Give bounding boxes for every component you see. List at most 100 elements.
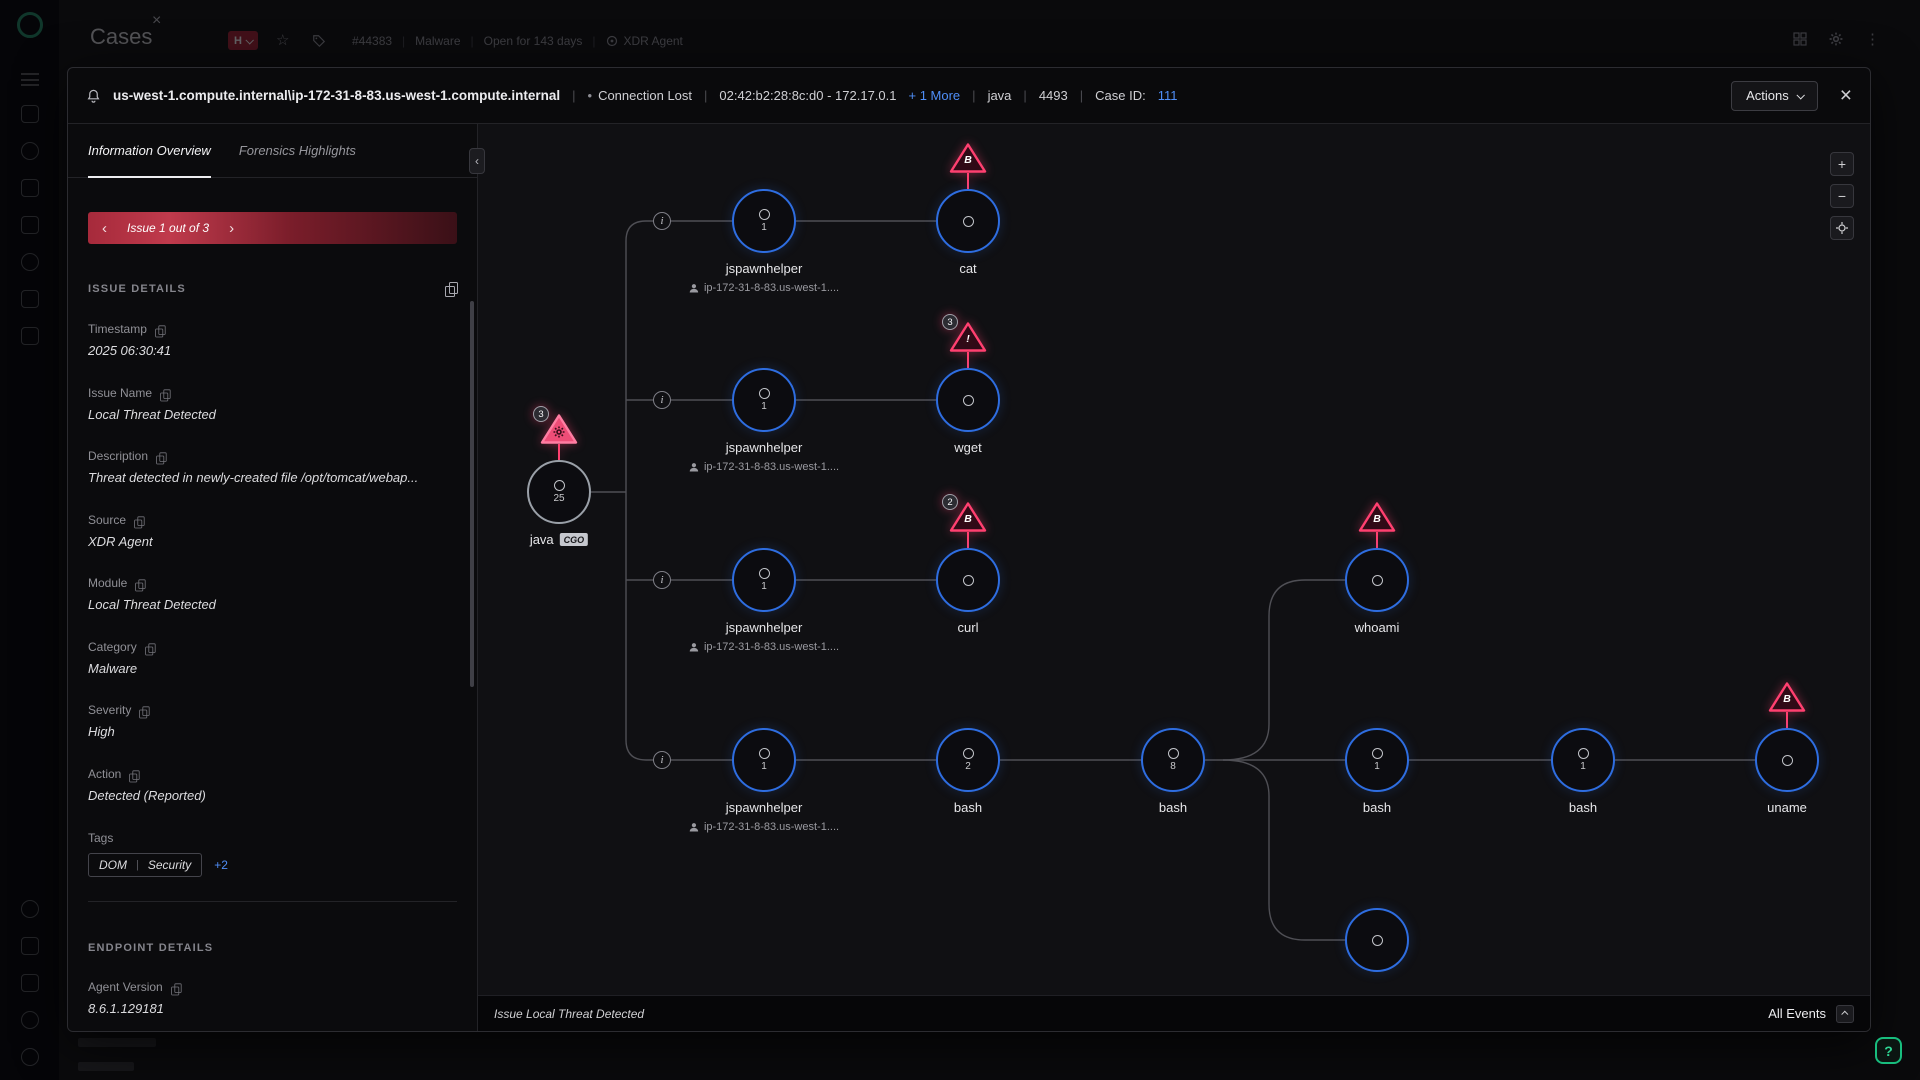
malware-gear-icon	[540, 426, 578, 441]
copy-all-icon[interactable]	[445, 282, 457, 296]
tags-box: DOM|Security	[88, 853, 202, 877]
field-label: Module	[88, 576, 127, 590]
endpoint-mac-ip: 02:42:b2:28:8c:d0 - 172.17.0.1	[719, 88, 896, 103]
process-circle	[936, 368, 1000, 432]
zoom-controls: + −	[1830, 152, 1854, 240]
field-label: Source	[88, 513, 126, 527]
field-value: Malware	[88, 660, 457, 678]
tab-forensics-highlights[interactable]: Forensics Highlights	[239, 124, 356, 177]
issue-fields: Timestamp2025 06:30:41Issue NameLocal Th…	[88, 322, 457, 804]
copy-field-icon[interactable]	[156, 452, 166, 463]
process-count: 1	[761, 582, 767, 592]
panel-tabs: Information Overview Forensics Highlight…	[68, 124, 477, 178]
fit-to-screen-button[interactable]	[1830, 216, 1854, 240]
collapse-panel-icon[interactable]: ‹	[469, 148, 485, 174]
zoom-in-button[interactable]: +	[1830, 152, 1854, 176]
process-circle: 2	[936, 728, 1000, 792]
copy-field-icon[interactable]	[155, 325, 165, 336]
close-modal-icon[interactable]: ×	[1840, 85, 1852, 106]
previous-issue-icon[interactable]: ‹	[102, 221, 107, 236]
process-circle: 1	[732, 728, 796, 792]
process-label: jspawnhelper	[726, 620, 803, 635]
bug-icon: B	[949, 514, 987, 525]
copy-field-icon[interactable]	[145, 643, 155, 654]
actions-button[interactable]: Actions	[1731, 81, 1818, 111]
alert-connector	[1376, 532, 1378, 548]
more-link[interactable]: + 1 More	[909, 88, 961, 103]
field-value: XDR Agent	[88, 533, 457, 551]
copy-field-icon[interactable]	[160, 389, 170, 400]
detail-field: Agent Version8.6.1.129181	[88, 980, 457, 1018]
help-button[interactable]: ?	[1875, 1037, 1902, 1064]
bug-icon: B	[949, 155, 987, 166]
alert-triangle-icon[interactable]: 2B	[949, 501, 987, 548]
process-count: 1	[1374, 762, 1380, 772]
field-label: Agent Version	[88, 980, 163, 994]
alert-triangle-icon[interactable]: B	[1358, 501, 1396, 548]
process-count: 25	[553, 494, 564, 504]
process-circle: 8	[1141, 728, 1205, 792]
copy-field-icon[interactable]	[136, 580, 146, 591]
alert-triangle-icon[interactable]: 3	[540, 413, 578, 460]
detail-field: DescriptionThreat detected in newly-crea…	[88, 449, 457, 487]
copy-field-icon[interactable]	[134, 516, 144, 527]
case-id-link[interactable]: 111	[1158, 88, 1178, 103]
process-circle: 1	[732, 548, 796, 612]
process-label: bash	[1569, 800, 1597, 815]
alert-triangle-icon[interactable]: B	[949, 142, 987, 189]
process-circle: 1	[1551, 728, 1615, 792]
field-label: Issue Name	[88, 386, 152, 400]
process-label: jspawnhelper	[726, 261, 803, 276]
next-issue-icon[interactable]: ›	[229, 221, 234, 236]
chevron-up-icon	[1841, 1011, 1848, 1018]
process-label: cat	[959, 261, 976, 276]
endpoint-hostname: us-west-1.compute.internal\ip-172-31-8-8…	[113, 88, 560, 103]
process-label: java	[530, 532, 554, 547]
alert-triangle-icon[interactable]: 3!	[949, 321, 987, 368]
field-value: Local Threat Detected	[88, 596, 457, 614]
info-icon[interactable]: i	[653, 212, 671, 230]
process-circle	[1755, 728, 1819, 792]
zoom-out-button[interactable]: −	[1830, 184, 1854, 208]
field-label: Tags	[88, 831, 113, 845]
info-icon[interactable]: i	[653, 571, 671, 589]
process-glyph-icon	[963, 748, 974, 759]
tags-more-link[interactable]: +2	[214, 858, 228, 872]
field-value: Local Threat Detected	[88, 406, 457, 424]
info-icon[interactable]: i	[653, 751, 671, 769]
detail-field: Module Local Threat Detected	[88, 576, 457, 614]
alert-triangle-icon[interactable]: B	[1768, 681, 1806, 728]
panel-scrollbar[interactable]	[470, 301, 474, 687]
info-icon[interactable]: i	[653, 391, 671, 409]
expand-events-button[interactable]	[1836, 1005, 1854, 1023]
alarm-bell-icon	[86, 88, 101, 104]
case-detail-modal: us-west-1.compute.internal\ip-172-31-8-8…	[67, 67, 1871, 1032]
process-graph: ‹ 325javaCGO1jspaw	[478, 124, 1870, 1031]
process-label: jspawnhelper	[726, 800, 803, 815]
copy-field-icon[interactable]	[171, 984, 181, 995]
process-glyph-icon	[963, 575, 974, 586]
tag-separator: |	[136, 859, 139, 871]
detail-field: ActionDetected (Reported)	[88, 767, 457, 805]
copy-field-icon[interactable]	[130, 770, 140, 781]
tab-information-overview[interactable]: Information Overview	[88, 124, 211, 177]
alert-connector	[558, 444, 560, 460]
field-label: Description	[88, 449, 148, 463]
graph-nodes-layer: 325javaCGO1jspawnhelperip-172-31-8-83.us…	[478, 124, 1870, 1031]
endpoint-fields: Agent Version8.6.1.129181	[88, 980, 457, 1018]
alert-connector	[967, 532, 969, 548]
field-value: Detected (Reported)	[88, 787, 457, 805]
process-name: java	[988, 88, 1012, 103]
process-label: uname	[1767, 800, 1807, 815]
exclamation-icon: !	[949, 334, 987, 345]
process-count: 8	[1170, 762, 1176, 772]
alert-count-badge: 2	[942, 494, 958, 510]
user-icon	[689, 283, 699, 293]
copy-field-icon[interactable]	[140, 707, 150, 718]
process-host: ip-172-31-8-83.us-west-1....	[689, 282, 839, 294]
user-icon	[689, 822, 699, 832]
alert-connector	[967, 352, 969, 368]
process-count: 1	[761, 223, 767, 233]
screen: Cases × H ☆ #44383 Malware Open for 143 …	[0, 0, 1920, 1080]
process-label: wget	[954, 440, 981, 455]
